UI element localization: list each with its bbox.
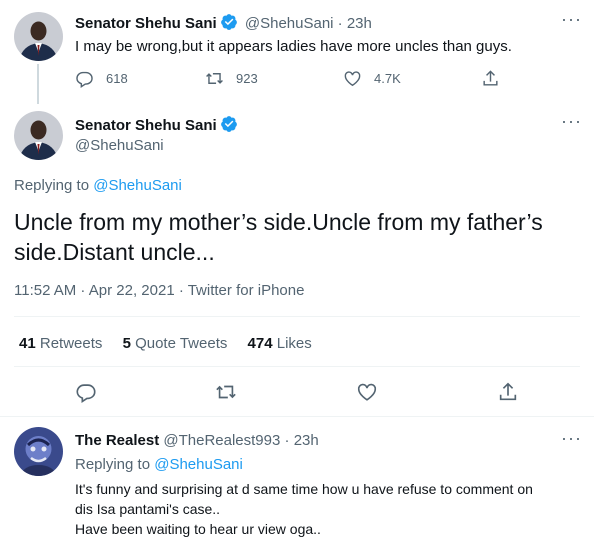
tweet1-like-button[interactable]: 4.7K xyxy=(343,69,401,88)
reply-icon xyxy=(76,71,93,88)
reply-icon xyxy=(76,384,96,403)
retweet-icon xyxy=(206,73,223,84)
main-replying-to: Replying to @ShehuSani xyxy=(14,177,182,194)
reply-author-name[interactable]: The Realest xyxy=(75,432,159,449)
main-retweet-button[interactable] xyxy=(215,381,249,403)
retweets-label: Retweets xyxy=(39,335,103,352)
avatar-the-realest[interactable] xyxy=(14,427,63,476)
quote-tweets-stat[interactable]: 5 Quote Tweets xyxy=(123,335,228,352)
like-icon xyxy=(344,71,361,87)
tweet1-share-button[interactable] xyxy=(481,69,512,88)
quotes-label: Quote Tweets xyxy=(135,335,228,352)
main-reply-button[interactable] xyxy=(75,381,109,403)
tweet1-reply-count: 618 xyxy=(106,71,128,86)
more-icon[interactable]: ··· xyxy=(561,10,582,28)
main-replying-handle[interactable]: @ShehuSani xyxy=(93,177,182,194)
tweet1-like-count: 4.7K xyxy=(374,71,401,86)
main-tweet-text: Uncle from my mother’s side.Uncle from m… xyxy=(14,209,543,265)
main-share-button[interactable] xyxy=(497,381,531,403)
avatar-shehu-sani-1[interactable] xyxy=(14,12,63,61)
tweet1-time[interactable]: 23h xyxy=(347,15,372,32)
tweet1-retweet-count: 923 xyxy=(236,71,258,86)
reply-replying-to: Replying to @ShehuSani xyxy=(75,456,243,473)
more-icon[interactable]: ··· xyxy=(561,429,582,447)
main-like-button[interactable] xyxy=(356,381,390,403)
tweet1-text: I may be wrong,but it appears ladies hav… xyxy=(75,38,512,55)
share-icon xyxy=(499,382,517,401)
tweet1-handle[interactable]: @ShehuSani xyxy=(245,15,334,32)
share-icon xyxy=(483,70,498,86)
reply-handle[interactable]: @TheRealest993 xyxy=(163,432,280,449)
stats-bar: 41 Retweets 5 Quote Tweets 474 Likes xyxy=(19,335,312,352)
reply-replying-handle[interactable]: @ShehuSani xyxy=(154,456,243,473)
verified-badge-icon xyxy=(220,13,238,31)
reply-text-line1: It's funny and surprising at d same time… xyxy=(75,481,533,497)
reply-text-line2: dis Isa pantami's case.. xyxy=(75,501,221,517)
like-icon xyxy=(357,383,377,401)
retweets-count: 41 xyxy=(19,335,36,352)
tweet1-reply-button[interactable]: 618 xyxy=(75,69,128,88)
main-author-block: Senator Shehu Sani @ShehuSani xyxy=(75,115,238,154)
reply-text-line3: Have been waiting to hear ur view oga.. xyxy=(75,521,321,537)
reply-time[interactable]: 23h xyxy=(294,432,319,449)
main-author-handle[interactable]: @ShehuSani xyxy=(75,137,238,154)
main-replying-prefix: Replying to xyxy=(14,177,90,194)
reply-header: The Realest @TheRealest993 · 23h xyxy=(75,432,319,449)
avatar-shehu-sani-2[interactable] xyxy=(14,111,63,160)
retweet-icon xyxy=(216,385,236,399)
tweet1-header: Senator Shehu Sani @ShehuSani · 23h xyxy=(75,13,372,32)
divider xyxy=(14,316,580,317)
retweets-stat[interactable]: 41 Retweets xyxy=(19,335,102,352)
reply-text: It's funny and surprising at d same time… xyxy=(75,479,533,539)
verified-badge-icon xyxy=(220,115,238,133)
quotes-count: 5 xyxy=(122,335,131,352)
divider xyxy=(0,416,594,417)
reply-replying-prefix: Replying to xyxy=(75,456,151,473)
divider xyxy=(14,366,580,367)
main-author-name[interactable]: Senator Shehu Sani xyxy=(75,117,217,134)
main-timestamp[interactable]: 11:52 AM · Apr 22, 2021 · Twitter for iP… xyxy=(14,282,304,299)
tweet1-retweet-button[interactable]: 923 xyxy=(205,69,258,88)
more-icon[interactable]: ··· xyxy=(561,112,582,130)
likes-label: Likes xyxy=(276,335,312,352)
tweet1-author-name[interactable]: Senator Shehu Sani xyxy=(75,15,217,32)
likes-count: 474 xyxy=(247,335,273,352)
tweet1-thread-line xyxy=(37,64,39,104)
likes-stat[interactable]: 474 Likes xyxy=(248,335,312,352)
